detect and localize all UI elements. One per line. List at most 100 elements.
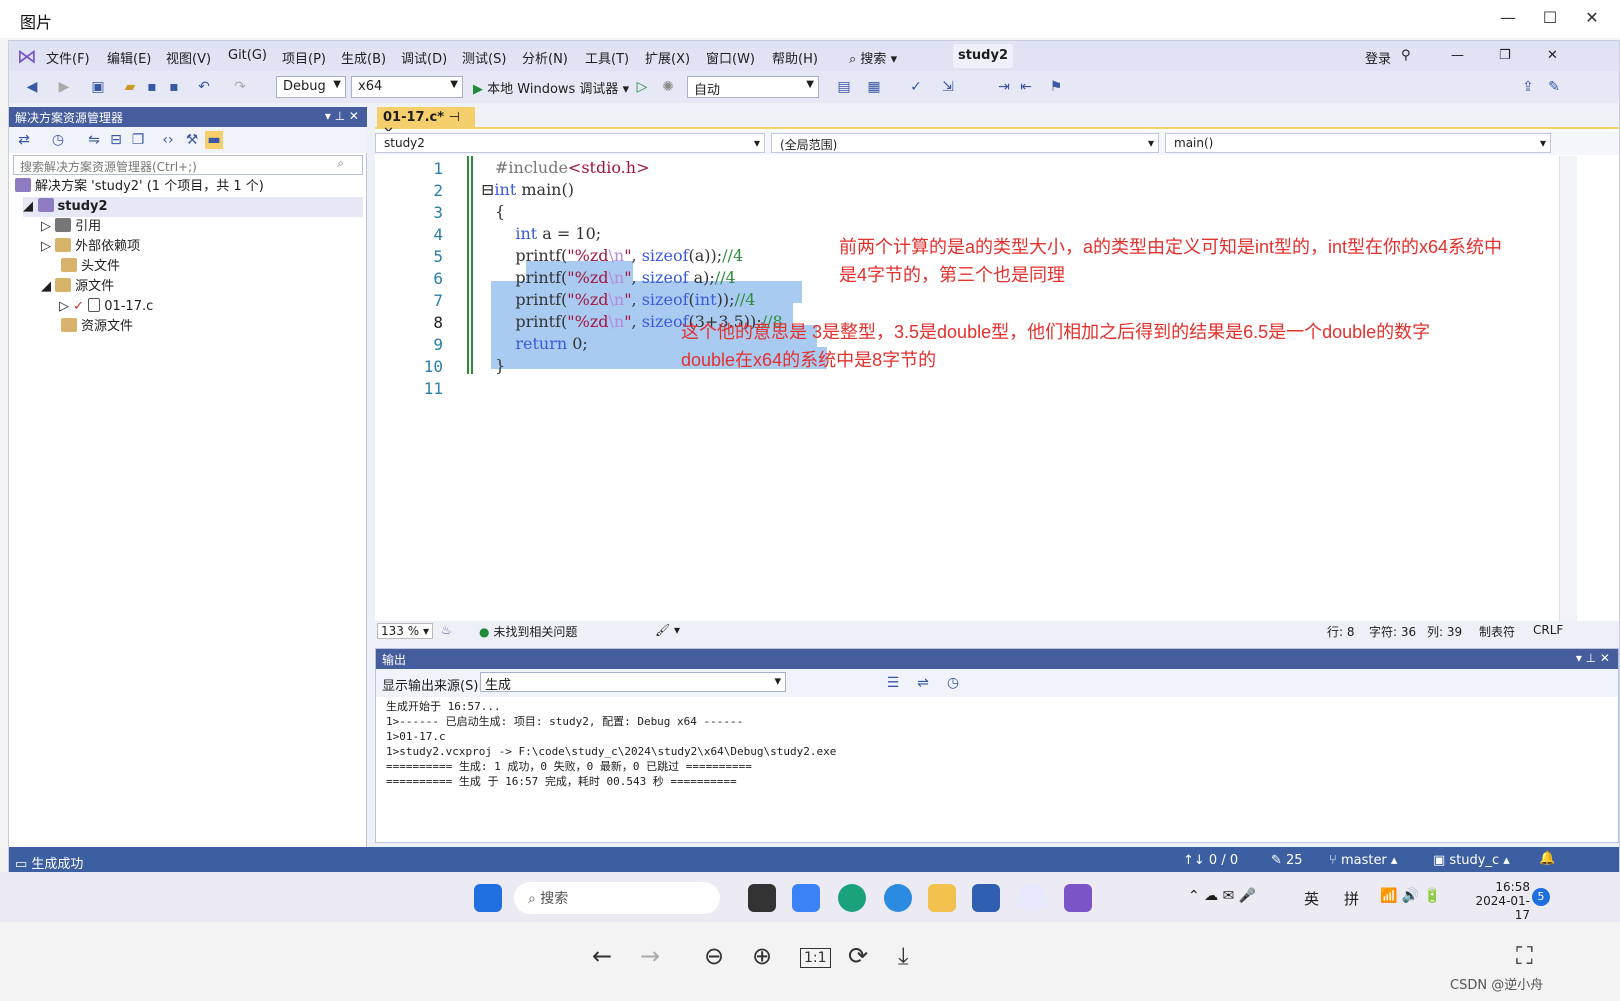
solution-search-input[interactable]: 搜索解决方案资源管理器(Ctrl+;) ⌕ <box>13 155 363 175</box>
save-all-icon[interactable]: ▪ <box>165 78 183 96</box>
menu-edit[interactable]: 编辑(E) <box>107 48 151 67</box>
copy-icon[interactable]: ❐ <box>129 131 147 149</box>
tray-icons[interactable]: ⌃ ☁ ✉ 🎤 <box>1188 888 1256 904</box>
history-icon[interactable]: ◷ <box>49 131 67 149</box>
wrench-icon[interactable]: ⚒ <box>183 131 201 149</box>
menu-file[interactable]: 文件(F) <box>46 48 90 67</box>
app-icon-circle[interactable] <box>1018 884 1046 912</box>
actual-size-icon[interactable]: 1:1 <box>800 948 831 968</box>
indent-icon[interactable]: ⇥ <box>995 78 1013 96</box>
brush-icon[interactable]: 🖌 ▾ <box>655 623 680 637</box>
fit-screen-icon[interactable]: ⛶ <box>1516 942 1533 970</box>
notification-bell-icon[interactable]: 🔔 <box>1539 851 1555 866</box>
search-button[interactable]: ⌕ 搜索 ▾ <box>849 48 897 67</box>
clock[interactable]: 16:58 2024-01-17 <box>1464 880 1530 922</box>
spellcheck-icon[interactable]: ✓ <box>907 78 925 96</box>
taskbar-search[interactable]: ⌕ 搜索 <box>514 882 720 914</box>
sync-icon[interactable]: ⇄ <box>15 131 33 149</box>
code-icon[interactable]: ‹› <box>159 131 177 149</box>
minimize-icon[interactable]: — <box>1488 4 1528 32</box>
nav-scope-dropdown[interactable]: (全局范围) ▾ <box>771 133 1159 153</box>
ie-icon[interactable] <box>884 884 912 912</box>
notification-badge[interactable]: 5 <box>1532 888 1550 906</box>
prev-image-icon[interactable]: ← <box>592 942 612 970</box>
clear-all-icon[interactable]: ☰ <box>884 674 902 692</box>
menu-debug[interactable]: 调试(D) <box>401 48 447 67</box>
terminal-app-icon[interactable] <box>748 884 776 912</box>
step-icon[interactable]: ⇲ <box>939 78 957 96</box>
branch-indicator[interactable]: ⑂ master ▴ <box>1329 853 1397 868</box>
start-debug-button[interactable]: ▶ 本地 Windows 调试器 ▾ <box>473 78 629 97</box>
panel-close-icon[interactable]: ▾ ⊥ ✕ <box>325 109 359 123</box>
undo-icon[interactable]: ↶ <box>195 78 213 96</box>
menu-build[interactable]: 生成(B) <box>341 48 386 67</box>
tree-references[interactable]: ▷ 引用 <box>41 217 101 237</box>
toolbar-icon-b[interactable]: ▦ <box>865 78 883 96</box>
menu-project[interactable]: 项目(P) <box>282 48 326 67</box>
share-icon[interactable]: ⇪ <box>1519 78 1537 96</box>
store-icon[interactable] <box>972 884 1000 912</box>
save-icon[interactable]: ▪ <box>143 78 161 96</box>
zoom-in-icon[interactable]: ⊕ <box>752 942 772 970</box>
zoom-out-icon[interactable]: ⊖ <box>704 942 724 970</box>
repo-indicator[interactable]: ▣ study_c ▴ <box>1433 853 1510 868</box>
clock-icon[interactable]: ◷ <box>944 674 962 692</box>
network-volume-icons[interactable]: 📶 🔊 🔋 <box>1380 888 1441 904</box>
platform-dropdown[interactable]: x64 ▼ <box>351 76 463 98</box>
nav-project-dropdown[interactable]: study2 ▾ <box>375 133 765 153</box>
line-ending[interactable]: CRLF <box>1533 623 1563 637</box>
windows-start-icon[interactable] <box>474 884 502 912</box>
login-button[interactable]: 登录 <box>1365 48 1391 67</box>
tree-source-files[interactable]: ◢ 源文件 <box>41 277 114 297</box>
download-icon[interactable]: ⤓ <box>898 942 909 970</box>
account-icon[interactable]: ⚲ <box>1401 48 1411 63</box>
tab-mode[interactable]: 制表符 <box>1479 623 1515 640</box>
auto-dropdown[interactable]: 自动 ▼ <box>687 76 819 98</box>
menu-git[interactable]: Git(G) <box>228 48 267 63</box>
menu-extensions[interactable]: 扩展(X) <box>645 48 690 67</box>
tree-solution[interactable]: 解决方案 'study2' (1 个项目，共 1 个) <box>15 177 264 197</box>
app-icon-blue[interactable] <box>792 884 820 912</box>
forward-icon[interactable]: ▶ <box>55 78 73 96</box>
zoom-dropdown[interactable]: 133 % ▾ <box>377 623 433 639</box>
tree-resource-files[interactable]: 资源文件 <box>61 317 133 337</box>
menu-help[interactable]: 帮助(H) <box>772 48 818 67</box>
ime-mode[interactable]: 拼 <box>1344 888 1359 909</box>
file-explorer-icon[interactable] <box>928 884 956 912</box>
rotate-icon[interactable]: ⟳ <box>848 942 868 970</box>
nav-function-dropdown[interactable]: main() ▾ <box>1165 133 1551 153</box>
pin-icon[interactable]: ⊣ <box>449 110 460 125</box>
tree-project[interactable]: ◢ study2 <box>23 197 363 217</box>
vs-close-icon[interactable]: ✕ <box>1547 48 1558 63</box>
git-sync-counts[interactable]: ↑↓ 0 / 0 <box>1183 853 1238 868</box>
tree-header-files[interactable]: 头文件 <box>61 257 120 277</box>
outdent-icon[interactable]: ⇤ <box>1017 78 1035 96</box>
next-image-icon[interactable]: → <box>640 942 660 970</box>
visual-studio-taskbar-icon[interactable] <box>1064 884 1092 912</box>
tree-external-deps[interactable]: ▷ 外部依赖项 <box>41 237 140 257</box>
new-project-icon[interactable]: ▣ <box>89 78 107 96</box>
tab-01-17c[interactable]: 01-17.c* ⊣ ✕ <box>377 107 475 140</box>
open-folder-icon[interactable]: ▰ <box>121 78 139 96</box>
feedback-icon[interactable]: ✎ <box>1545 78 1563 96</box>
menu-window[interactable]: 窗口(W) <box>706 48 755 67</box>
collapse-icon[interactable]: ⊟ <box>107 131 125 149</box>
edge-icon[interactable] <box>838 884 866 912</box>
bookmark-icon[interactable]: ⚑ <box>1047 78 1065 96</box>
toolbar-icon-a[interactable]: ▤ <box>835 78 853 96</box>
config-dropdown[interactable]: Debug ▼ <box>276 76 346 98</box>
menu-analyze[interactable]: 分析(N) <box>522 48 568 67</box>
redo-icon[interactable]: ↷ <box>231 78 249 96</box>
panel-close-icon[interactable]: ▾ ⊥ ✕ <box>1576 651 1610 665</box>
close-icon[interactable]: ✕ <box>1572 4 1612 32</box>
code-editor[interactable]: 1 2 3 4 5 6 7 8 9 10 11 #include<stdio.h… <box>375 156 1595 626</box>
start-without-debug-icon[interactable]: ▷ <box>633 78 651 96</box>
preview-icon[interactable]: ▬ <box>205 131 223 149</box>
menu-tools[interactable]: 工具(T) <box>585 48 629 67</box>
vertical-scrollbar[interactable] <box>1559 156 1577 626</box>
back-icon[interactable]: ◀ <box>23 78 41 96</box>
word-wrap-icon[interactable]: ⇌ <box>914 674 932 692</box>
tree-file-01-17c[interactable]: ▷ ✓ 01-17.c <box>59 297 153 317</box>
ime-language[interactable]: 英 <box>1304 888 1319 909</box>
intellicode-icon[interactable]: ♨ <box>441 623 452 637</box>
